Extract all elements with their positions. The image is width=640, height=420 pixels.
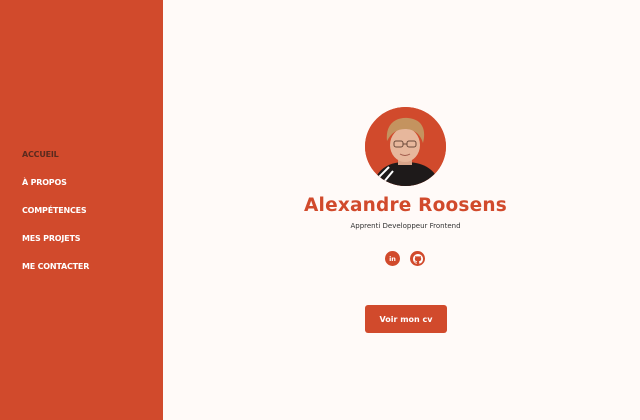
linkedin-icon: in <box>389 254 396 263</box>
github-link[interactable] <box>410 251 425 266</box>
avatar <box>365 107 446 186</box>
profile-name: Alexandre Roosens <box>304 195 507 216</box>
nav-item-mes-projets[interactable]: MES PROJETS <box>22 234 89 262</box>
profile-subtitle: Apprenti Developpeur Frontend <box>350 222 461 230</box>
sidebar: ACCUEIL À PROPOS COMPÉTENCES MES PROJETS… <box>0 0 163 420</box>
social-links: in <box>385 251 425 266</box>
linkedin-link[interactable]: in <box>385 251 400 266</box>
github-icon <box>412 253 423 264</box>
nav-item-a-propos[interactable]: À PROPOS <box>22 178 89 206</box>
nav-item-accueil[interactable]: ACCUEIL <box>22 150 89 178</box>
main-nav: ACCUEIL À PROPOS COMPÉTENCES MES PROJETS… <box>22 150 89 290</box>
nav-item-competences[interactable]: COMPÉTENCES <box>22 206 89 234</box>
nav-item-me-contacter[interactable]: ME CONTACTER <box>22 262 89 290</box>
profile-photo-icon <box>365 107 446 186</box>
view-cv-button[interactable]: Voir mon cv <box>365 305 447 333</box>
main-content: Alexandre Roosens Apprenti Developpeur F… <box>163 0 640 420</box>
